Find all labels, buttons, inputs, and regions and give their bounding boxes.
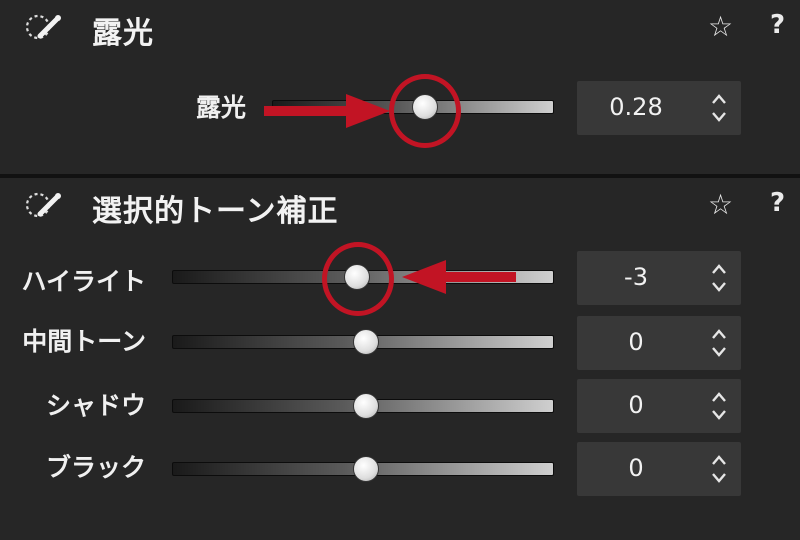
help-icon[interactable]: ? xyxy=(770,10,785,40)
spinner-arrows-icon[interactable] xyxy=(709,90,729,126)
highlight-circle-annotation xyxy=(389,74,461,148)
favorite-star-icon[interactable]: ☆ xyxy=(708,10,733,43)
auto-adjust-wand-icon[interactable] xyxy=(24,190,64,220)
slider-label-blacks: ブラック xyxy=(45,453,146,482)
red-arrow-annotation xyxy=(402,260,516,294)
exposure-panel-header[interactable]: 露光 ☆ ? xyxy=(0,0,800,54)
favorite-star-icon[interactable]: ☆ xyxy=(708,188,733,221)
midtones-value: 0 xyxy=(628,328,644,356)
auto-adjust-wand-icon[interactable] xyxy=(24,12,64,42)
spinner-arrows-icon[interactable] xyxy=(709,451,729,487)
help-icon[interactable]: ? xyxy=(770,188,785,218)
highlight-circle-annotation xyxy=(322,242,394,316)
highlights-value-field[interactable]: -3 xyxy=(577,251,741,305)
slider-label-exposure: 露光 xyxy=(195,93,246,122)
shadows-slider-thumb[interactable] xyxy=(353,393,379,419)
spinner-arrows-icon[interactable] xyxy=(709,325,729,361)
blacks-value: 0 xyxy=(628,454,644,482)
slider-label-shadows: シャドウ xyxy=(45,391,146,420)
blacks-value-field[interactable]: 0 xyxy=(577,442,741,496)
spinner-arrows-icon[interactable] xyxy=(709,388,729,424)
panel-title: 露光 xyxy=(92,16,154,51)
shadows-value-field[interactable]: 0 xyxy=(577,379,741,433)
tone-panel-header[interactable]: 選択的トーン補正 ☆ ? xyxy=(0,178,800,232)
slider-label-midtones: 中間トーン xyxy=(22,327,146,356)
panel-title: 選択的トーン補正 xyxy=(92,194,339,229)
exposure-value: 0.28 xyxy=(609,93,663,121)
blacks-slider-thumb[interactable] xyxy=(353,456,379,482)
red-arrow-annotation xyxy=(264,94,390,128)
exposure-value-field[interactable]: 0.28 xyxy=(577,81,741,135)
midtones-value-field[interactable]: 0 xyxy=(577,316,741,370)
midtones-slider-thumb[interactable] xyxy=(353,329,379,355)
spinner-arrows-icon[interactable] xyxy=(709,260,729,296)
shadows-value: 0 xyxy=(628,391,644,419)
exposure-panel: 露光 ☆ ? 露光 0.28 xyxy=(0,0,800,174)
selective-tone-panel: 選択的トーン補正 ☆ ? ハイライト -3 中間トーン 0 シャドウ 0 ブラッ… xyxy=(0,178,800,540)
slider-label-highlights: ハイライト xyxy=(21,267,146,296)
highlights-value: -3 xyxy=(624,263,648,291)
